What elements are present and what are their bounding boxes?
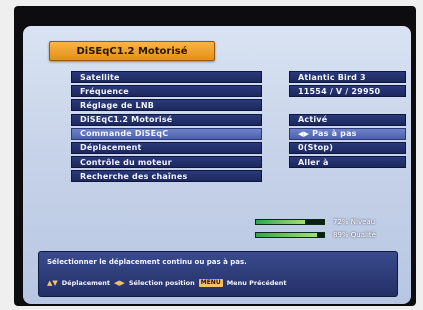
signal-quality-fill — [256, 232, 317, 237]
value-label: Pas à pas — [312, 129, 357, 139]
signal-quality-label: 89% Qualité — [333, 230, 376, 239]
help-panel: Sélectionner le déplacement continu ou p… — [38, 251, 398, 297]
menu-key-icon: MENU — [198, 279, 223, 287]
value-diseqc-motorise[interactable]: Activé — [289, 113, 406, 126]
left-right-arrows-icon: ◀▶ — [298, 129, 310, 138]
menu-title-label: DiSEqC1.2 Motorisé — [76, 45, 188, 57]
menu-item-label: Contrôle du moteur — [80, 157, 172, 167]
signal-level-bar — [255, 218, 325, 225]
up-down-arrows-icon: ▲▼ — [47, 279, 58, 287]
menu-item-diseqc-motorise[interactable]: DiSEqC1.2 Motorisé — [71, 113, 262, 126]
hint-menu: Menu Précédent — [226, 279, 287, 287]
left-right-arrows-icon: ◀▶ — [114, 279, 125, 287]
osd-screen: DiSEqC1.2 Motorisé Satellite Fréquence R… — [23, 26, 411, 304]
value-commande-diseqc[interactable]: ◀▶ Pas à pas — [289, 127, 406, 140]
value-empty — [289, 99, 406, 111]
hint-select: Sélection position — [128, 279, 195, 287]
value-label: 0(Stop) — [298, 143, 334, 153]
signal-meter: 72% Niveau 89% Qualité — [255, 216, 401, 240]
value-frequence[interactable]: 11554 / V / 29950 — [289, 85, 406, 98]
menu-item-label: Satellite — [80, 72, 120, 82]
menu-item-commande-diseqc[interactable]: Commande DiSEqC — [71, 127, 262, 140]
menu-item-recherche-chaines[interactable]: Recherche des chaînes — [71, 170, 262, 183]
value-label: Atlantic Bird 3 — [298, 72, 366, 82]
menu-item-label: Recherche des chaînes — [80, 171, 188, 181]
signal-level-row: 72% Niveau — [255, 216, 401, 227]
value-satellite[interactable]: Atlantic Bird 3 — [289, 71, 406, 83]
menu-title: DiSEqC1.2 Motorisé — [49, 41, 215, 61]
settings-values: Atlantic Bird 3 11554 / V / 29950 Activé… — [289, 71, 406, 170]
signal-level-fill — [256, 219, 305, 224]
signal-quality-bar — [255, 231, 325, 238]
value-controle-moteur[interactable]: Aller à — [289, 156, 406, 169]
menu-item-frequence[interactable]: Fréquence — [71, 85, 262, 98]
settings-menu: Satellite Fréquence Réglage de LNB DiSEq… — [71, 71, 262, 185]
menu-item-deplacement[interactable]: Déplacement — [71, 141, 262, 154]
menu-item-label: Fréquence — [80, 86, 129, 96]
menu-item-reglage-lnb[interactable]: Réglage de LNB — [71, 99, 262, 112]
value-label: Aller à — [298, 157, 329, 167]
value-label: 11554 / V / 29950 — [298, 86, 381, 96]
value-label: Activé — [298, 115, 328, 125]
hint-move: Déplacement — [61, 279, 111, 287]
menu-item-satellite[interactable]: Satellite — [71, 71, 262, 83]
menu-item-label: DiSEqC1.2 Motorisé — [80, 115, 173, 125]
menu-item-label: Réglage de LNB — [80, 100, 155, 110]
menu-item-controle-moteur[interactable]: Contrôle du moteur — [71, 156, 262, 169]
signal-quality-row: 89% Qualité — [255, 229, 401, 240]
menu-item-label: Déplacement — [80, 143, 142, 153]
value-deplacement[interactable]: 0(Stop) — [289, 141, 406, 154]
signal-level-label: 72% Niveau — [333, 217, 376, 226]
menu-item-label: Commande DiSEqC — [80, 129, 169, 139]
help-text: Sélectionner le déplacement continu ou p… — [47, 258, 247, 266]
key-hints: ▲▼ Déplacement ◀▶ Sélection position MEN… — [47, 279, 287, 287]
